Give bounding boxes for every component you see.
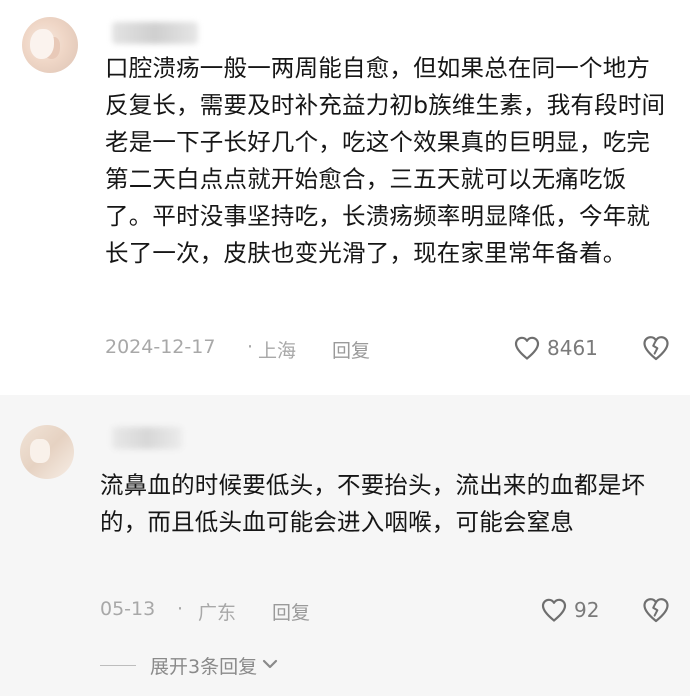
heart-icon xyxy=(540,597,568,623)
meta-separator: · xyxy=(247,336,254,358)
comment-item: 口腔溃疡一般一两周能自愈，但如果总在同一个地方反复长，需要及时补充益力初b族维生… xyxy=(0,0,690,395)
comment-item: 流鼻血的时候要低头，不要抬头，流出来的血都是坏的，而且低头血可能会进入咽喉，可能… xyxy=(0,395,690,696)
reply-button[interactable]: 回复 xyxy=(332,336,370,363)
comment-date: 05-13 xyxy=(100,598,156,620)
comment-meta-row: 05-13 · 广东 回复 92 xyxy=(0,595,690,625)
comment-location: 上海 xyxy=(258,340,297,362)
broken-heart-icon xyxy=(641,596,671,624)
like-button[interactable]: 92 xyxy=(540,595,599,625)
avatar-image xyxy=(30,439,50,463)
comment-text: 口腔溃疡一般一两周能自愈，但如果总在同一个地方反复长，需要及时补充益力初b族维生… xyxy=(105,54,666,267)
user-avatar-icon[interactable] xyxy=(22,17,78,73)
heart-icon xyxy=(513,335,541,361)
broken-heart-icon xyxy=(641,334,671,362)
like-count: 92 xyxy=(574,598,600,622)
comment-meta-row: 2024-12-17 · 上海 回复 8461 xyxy=(0,333,690,363)
like-button[interactable]: 8461 xyxy=(513,333,598,363)
avatar-image xyxy=(30,29,54,59)
reply-button[interactable]: 回复 xyxy=(272,598,310,625)
dislike-button[interactable] xyxy=(641,596,671,624)
dislike-button[interactable] xyxy=(641,334,671,362)
user-avatar-icon[interactable] xyxy=(20,425,74,479)
meta-separator: · xyxy=(177,598,184,620)
expand-replies-button[interactable]: 展开3条回复 xyxy=(100,651,279,679)
expand-replies-label: 展开3条回复 xyxy=(150,655,258,678)
username-blurred[interactable] xyxy=(112,22,198,44)
comment-location: 广东 xyxy=(198,602,237,624)
expand-divider xyxy=(100,664,136,666)
chevron-down-icon xyxy=(261,654,279,676)
comment-date: 2024-12-17 xyxy=(105,336,216,358)
like-count: 8461 xyxy=(547,336,598,360)
comment-text: 流鼻血的时候要低头，不要抬头，流出来的血都是坏的，而且低头血可能会进入咽喉，可能… xyxy=(100,471,646,536)
username-blurred[interactable] xyxy=(112,427,182,449)
